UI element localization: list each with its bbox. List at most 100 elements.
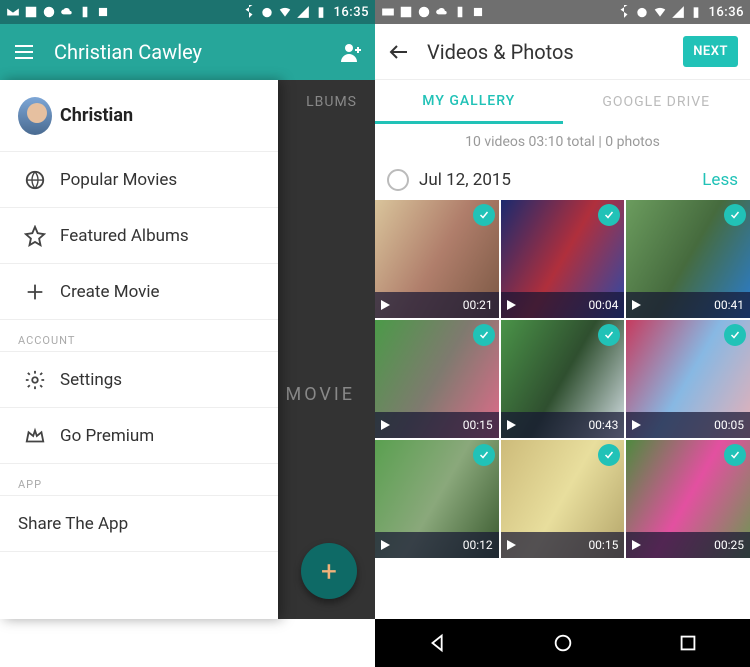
video-thumb[interactable]: 00:15 (501, 440, 625, 558)
nav-drawer: Christian Popular Movies Featured Albums… (0, 80, 278, 619)
notif-icon (96, 5, 110, 19)
thumb-bar: 00:43 (501, 412, 625, 438)
appbar-title: Christian Cawley (54, 40, 202, 64)
check-icon (473, 204, 495, 226)
duration: 00:25 (714, 538, 744, 552)
star-icon (24, 225, 46, 247)
drawer-popular-movies[interactable]: Popular Movies (0, 152, 278, 208)
status-bar: 16:35 (0, 0, 375, 24)
bluetooth-icon (242, 5, 256, 19)
fab-add[interactable]: + (301, 543, 357, 599)
device-icon (78, 5, 92, 19)
device-icon (453, 5, 467, 19)
duration: 00:43 (588, 418, 618, 432)
video-thumb[interactable]: 00:21 (375, 200, 499, 318)
clock: 16:35 (334, 5, 369, 20)
thumb-bar: 00:41 (626, 292, 750, 318)
gallery-summary: 10 videos 03:10 total | 0 photos (375, 124, 750, 160)
bluetooth-icon (617, 5, 631, 19)
photo-icon (24, 5, 38, 19)
add-friend-icon[interactable] (339, 40, 363, 64)
back-icon[interactable] (387, 40, 411, 64)
check-icon (724, 204, 746, 226)
nav-back-icon[interactable] (427, 632, 449, 654)
battery-icon (689, 5, 703, 19)
phone-icon (42, 5, 56, 19)
date-label: Jul 12, 2015 (419, 170, 511, 190)
drawer-featured-albums[interactable]: Featured Albums (0, 208, 278, 264)
thumb-bar: 00:15 (375, 412, 499, 438)
duration: 00:21 (463, 298, 493, 312)
thumb-bar: 00:25 (626, 532, 750, 558)
duration: 00:05 (714, 418, 744, 432)
thumb-bar: 00:15 (501, 532, 625, 558)
play-icon (632, 300, 641, 310)
thumbnail-grid: 00:21 00:04 00:41 00:15 00:43 00:05 00:1… (375, 200, 750, 619)
play-icon (381, 540, 390, 550)
gmail-icon (6, 5, 20, 19)
play-icon (507, 540, 516, 550)
right-screenshot: 16:36 Videos & Photos NEXT MY GALLERY GO… (375, 0, 750, 667)
nav-home-icon[interactable] (552, 632, 574, 654)
select-all-ring[interactable] (387, 169, 409, 191)
duration: 00:41 (714, 298, 744, 312)
cloud-icon (60, 5, 74, 19)
tab-google-drive[interactable]: GOOGLE DRIVE (563, 80, 750, 124)
nav-recent-icon[interactable] (677, 632, 699, 654)
duration: 00:04 (588, 298, 618, 312)
play-icon (632, 540, 641, 550)
next-button[interactable]: NEXT (683, 36, 738, 67)
android-nav (375, 619, 750, 667)
video-thumb[interactable]: 00:05 (626, 320, 750, 438)
drawer-settings[interactable]: Settings (0, 352, 278, 408)
thumb-bar: 00:05 (626, 412, 750, 438)
date-header: Jul 12, 2015 Less (375, 160, 750, 200)
video-thumb[interactable]: 00:25 (626, 440, 750, 558)
less-toggle[interactable]: Less (702, 170, 738, 190)
wifi-icon (653, 5, 667, 19)
video-thumb[interactable]: 00:43 (501, 320, 625, 438)
drawer-create-movie[interactable]: Create Movie (0, 264, 278, 320)
app-bar: Videos & Photos NEXT (375, 24, 750, 80)
gear-icon (24, 369, 46, 391)
duration: 00:15 (588, 538, 618, 552)
drawer-section-app: APP (0, 464, 278, 496)
notif-icon (471, 5, 485, 19)
cloud-icon (435, 5, 449, 19)
video-thumb[interactable]: 00:41 (626, 200, 750, 318)
photo-icon (399, 5, 413, 19)
drawer-user-row[interactable]: Christian (0, 80, 278, 152)
check-icon (473, 444, 495, 466)
drawer-share-app[interactable]: Share The App (0, 496, 278, 552)
play-icon (381, 300, 390, 310)
play-icon (507, 300, 516, 310)
clock: 16:36 (709, 5, 744, 20)
phone-icon (417, 5, 431, 19)
thumb-bar: 00:12 (375, 532, 499, 558)
alarm-icon (260, 5, 274, 19)
check-icon (724, 324, 746, 346)
drawer-go-premium[interactable]: Go Premium (0, 408, 278, 464)
drawer-section-account: ACCOUNT (0, 320, 278, 352)
check-icon (724, 444, 746, 466)
check-icon (473, 324, 495, 346)
globe-icon (24, 169, 46, 191)
signal-icon (296, 5, 310, 19)
video-thumb[interactable]: 00:12 (375, 440, 499, 558)
plus-icon (24, 281, 46, 303)
user-name: Christian (60, 105, 133, 126)
crown-icon (24, 425, 46, 447)
play-icon (507, 420, 516, 430)
video-thumb[interactable]: 00:04 (501, 200, 625, 318)
tab-my-gallery[interactable]: MY GALLERY (375, 80, 563, 124)
video-thumb[interactable]: 00:15 (375, 320, 499, 438)
signal-icon (671, 5, 685, 19)
status-bar: 16:36 (375, 0, 750, 24)
menu-icon[interactable] (12, 40, 36, 64)
play-icon (381, 420, 390, 430)
play-icon (632, 420, 641, 430)
duration: 00:12 (463, 538, 493, 552)
alarm-icon (635, 5, 649, 19)
wifi-icon (278, 5, 292, 19)
bg-tab-albums: LBUMS (306, 94, 357, 110)
